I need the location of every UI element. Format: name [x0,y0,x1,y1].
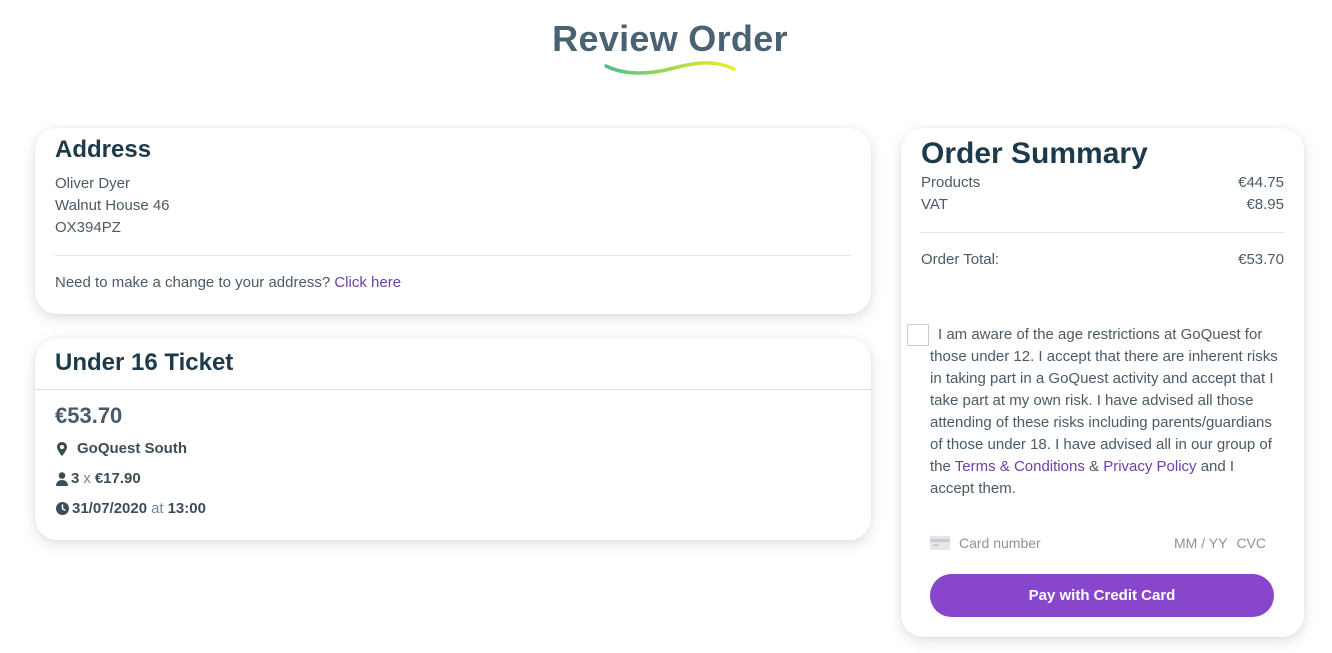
terms-text: I am aware of the age restrictions at Go… [930,324,1280,500]
address-change-row: Need to make a change to your address? C… [55,274,401,291]
privacy-policy-link[interactable]: Privacy Policy [1103,458,1196,475]
clock-icon [55,502,69,516]
ticket-quantity: 3 [71,470,80,487]
address-change-prompt: Need to make a change to your address? [55,274,331,291]
address-street: Walnut House 46 [55,197,170,214]
products-value: €44.75 [1238,174,1284,191]
user-icon [55,471,69,486]
terms-conditions-link[interactable]: Terms & Conditions [955,458,1085,475]
ticket-date: 31/07/2020 [72,500,148,517]
address-change-link[interactable]: Click here [334,274,401,291]
ticket-divider [35,389,871,390]
order-total-value: €53.70 [1238,251,1284,268]
summary-heading: Order Summary [921,137,1148,170]
card-expiry-placeholder[interactable]: MM / YY [1174,535,1227,551]
address-card: Address Oliver Dyer Walnut House 46 OX39… [35,128,871,314]
ticket-at: at [151,500,164,517]
card-input-field[interactable]: Card number MM / YY CVC [930,530,1274,556]
terms-text-main: I am aware of the age restrictions at Go… [930,326,1278,475]
ticket-heading: Under 16 Ticket [55,349,234,376]
ticket-times-sign: x [83,470,91,487]
ticket-card: Under 16 Ticket €53.70 GoQuest South 3 x… [35,338,871,540]
pay-with-credit-card-button[interactable]: Pay with Credit Card [930,574,1274,617]
ticket-quantity-row: 3 x €17.90 [55,470,141,487]
card-cvc-placeholder[interactable]: CVC [1236,535,1266,551]
ticket-datetime-row: 31/07/2020 at 13:00 [55,500,206,517]
card-number-placeholder[interactable]: Card number [959,535,1041,551]
summary-products-row: Products €44.75 [921,174,1284,191]
credit-card-icon [930,536,950,550]
address-postcode: OX394PZ [55,219,121,236]
address-name: Oliver Dyer [55,175,131,192]
map-marker-icon [55,441,69,456]
summary-vat-row: VAT €8.95 [921,196,1284,213]
address-heading: Address [55,136,152,163]
products-label: Products [921,174,981,191]
order-total-label: Order Total: [921,251,1000,268]
ticket-time: 13:00 [167,500,206,517]
summary-total-row: Order Total: €53.70 [921,251,1284,268]
page-title: Review Order [552,18,788,59]
terms-checkbox[interactable] [907,324,929,346]
ticket-location-row: GoQuest South [55,440,187,457]
title-underline-squiggle [604,61,736,75]
vat-label: VAT [921,196,948,213]
summary-divider [921,232,1284,233]
vat-value: €8.95 [1246,196,1284,213]
order-summary-card: Order Summary Products €44.75 VAT €8.95 … [901,128,1304,637]
ticket-price: €53.70 [55,403,123,428]
ticket-location: GoQuest South [77,440,187,457]
address-divider [55,255,851,256]
terms-ampersand: & [1089,458,1100,475]
ticket-unit-price: €17.90 [94,470,141,487]
